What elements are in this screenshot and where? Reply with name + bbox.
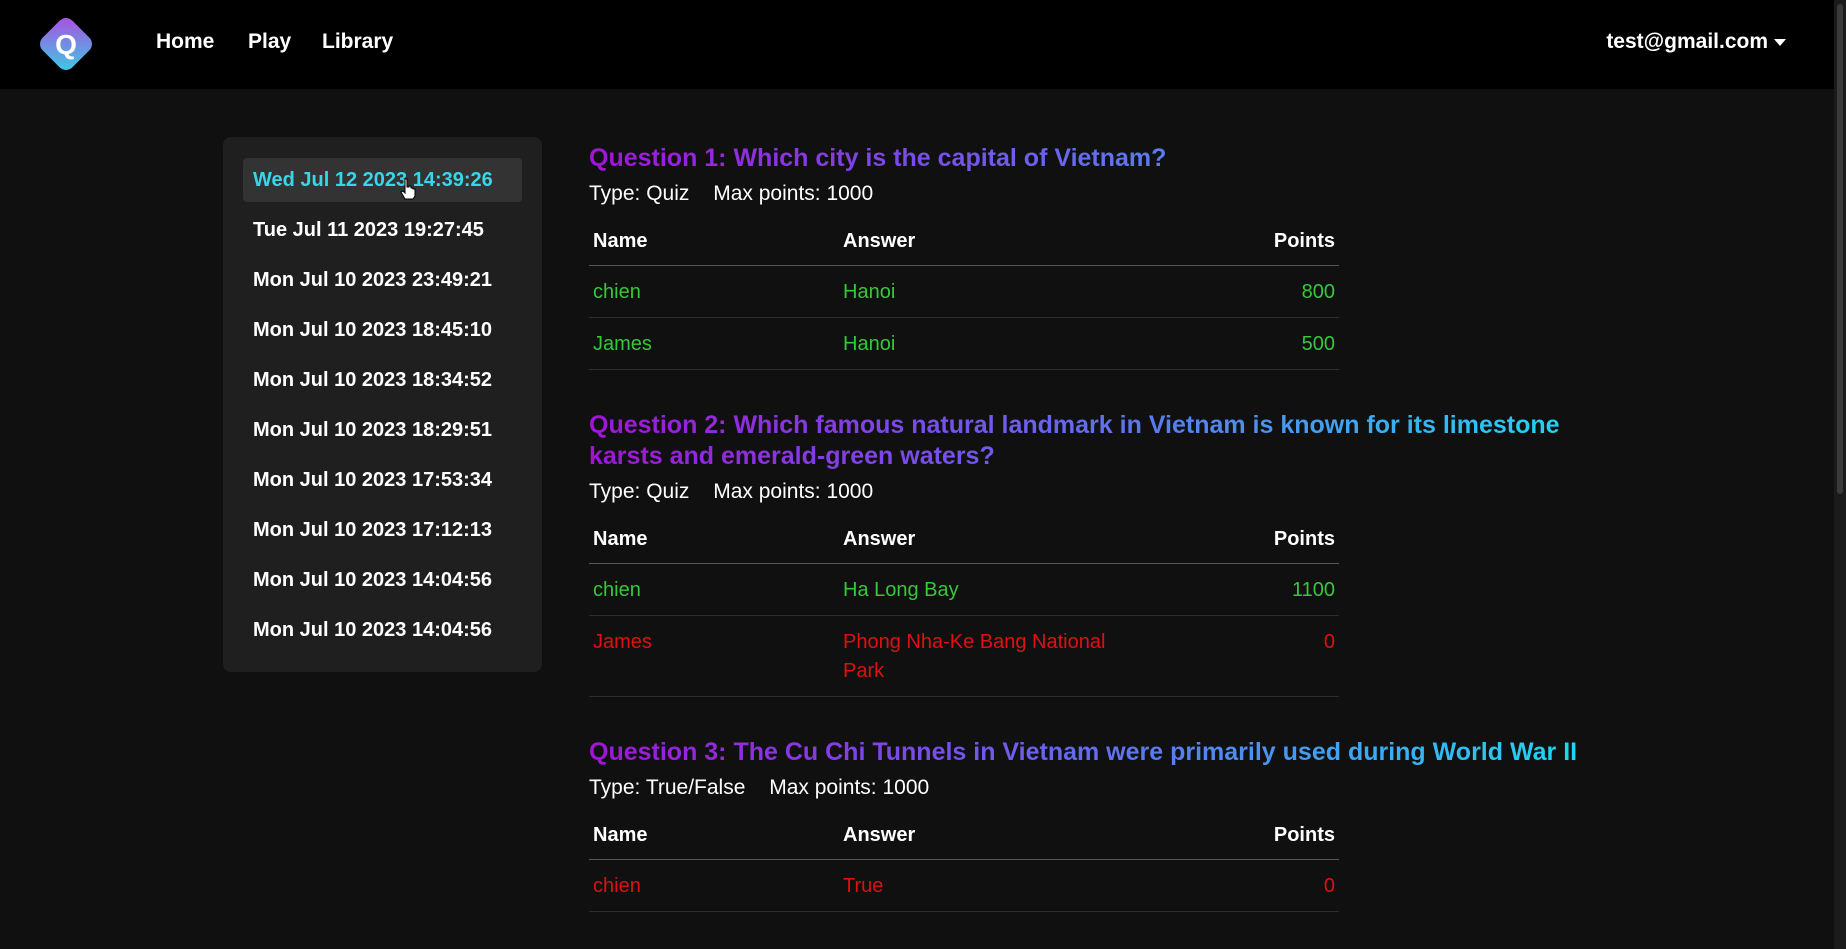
column-header-answer: Answer	[839, 820, 1139, 860]
column-header-answer: Answer	[839, 524, 1139, 564]
table-row: James Phong Nha-Ke Bang National Park 0	[589, 615, 1339, 697]
column-header-name: Name	[589, 226, 839, 266]
session-item[interactable]: Mon Jul 10 2023 18:34:52	[243, 358, 522, 402]
player-points: 500	[1139, 317, 1339, 370]
table-row: chien Ha Long Bay 1100	[589, 563, 1339, 616]
question-title: Question 3: The Cu Chi Tunnels in Vietna…	[589, 737, 1589, 768]
nav-library-link[interactable]: Library	[322, 30, 393, 54]
page-scrollbar[interactable]	[1834, 0, 1846, 949]
scrollbar-thumb[interactable]	[1837, 4, 1843, 494]
player-answer: Hanoi	[839, 317, 1139, 370]
question-type: Type: True/False	[589, 776, 746, 799]
nav-play-link[interactable]: Play	[248, 30, 291, 54]
session-item[interactable]: Mon Jul 10 2023 18:45:10	[243, 308, 522, 352]
player-name: James	[589, 317, 839, 370]
session-item[interactable]: Mon Jul 10 2023 18:29:51	[243, 408, 522, 452]
player-points: 1100	[1139, 563, 1339, 616]
session-item[interactable]: Mon Jul 10 2023 17:12:13	[243, 508, 522, 552]
player-points: 0	[1139, 859, 1339, 912]
caret-down-icon	[1774, 38, 1786, 46]
session-item[interactable]: Mon Jul 10 2023 14:04:56	[243, 608, 522, 652]
column-header-points: Points	[1139, 226, 1339, 266]
column-header-points: Points	[1139, 820, 1339, 860]
player-answer: Ha Long Bay	[839, 563, 1139, 616]
player-name: chien	[589, 859, 839, 912]
question-meta: Type: Quiz Max points: 1000	[589, 480, 1589, 504]
question-block: Question 1: Which city is the capital of…	[589, 143, 1589, 370]
session-item[interactable]: Mon Jul 10 2023 14:04:56	[243, 558, 522, 602]
player-name: James	[589, 615, 839, 697]
table-header-row: Name Answer Points	[589, 226, 1339, 266]
session-history-sidebar: Wed Jul 12 2023 14:39:26 Tue Jul 11 2023…	[223, 137, 542, 672]
table-header-row: Name Answer Points	[589, 524, 1339, 564]
question-meta: Type: True/False Max points: 1000	[589, 776, 1589, 800]
column-header-name: Name	[589, 820, 839, 860]
table-header-row: Name Answer Points	[589, 820, 1339, 860]
question-max-points: Max points: 1000	[713, 480, 874, 503]
user-email: test@gmail.com	[1606, 30, 1768, 53]
results-table: Name Answer Points chien Ha Long Bay 110…	[589, 524, 1339, 697]
question-meta: Type: Quiz Max points: 1000	[589, 182, 1589, 206]
question-title: Question 1: Which city is the capital of…	[589, 143, 1589, 174]
column-header-name: Name	[589, 524, 839, 564]
column-header-points: Points	[1139, 524, 1339, 564]
session-item[interactable]: Mon Jul 10 2023 17:53:34	[243, 458, 522, 502]
question-max-points: Max points: 1000	[713, 182, 874, 205]
session-item[interactable]: Wed Jul 12 2023 14:39:26	[243, 158, 522, 202]
app-logo-icon[interactable]: Q	[35, 13, 97, 75]
user-menu-dropdown[interactable]: test@gmail.com	[1606, 30, 1786, 54]
question-type: Type: Quiz	[589, 480, 690, 503]
session-item[interactable]: Tue Jul 11 2023 19:27:45	[243, 208, 522, 252]
question-title: Question 2: Which famous natural landmar…	[589, 410, 1589, 472]
question-type: Type: Quiz	[589, 182, 690, 205]
results-table: Name Answer Points chien Hanoi 800 James…	[589, 226, 1339, 370]
question-results-panel: Question 1: Which city is the capital of…	[589, 143, 1589, 949]
hand-pointer-cursor-icon	[400, 178, 416, 200]
column-header-answer: Answer	[839, 226, 1139, 266]
session-item[interactable]: Mon Jul 10 2023 23:49:21	[243, 258, 522, 302]
player-points: 0	[1139, 615, 1339, 697]
question-block: Question 2: Which famous natural landmar…	[589, 410, 1589, 697]
question-block: Question 3: The Cu Chi Tunnels in Vietna…	[589, 737, 1589, 912]
player-name: chien	[589, 563, 839, 616]
player-name: chien	[589, 265, 839, 318]
table-row: James Hanoi 500	[589, 317, 1339, 370]
question-max-points: Max points: 1000	[769, 776, 930, 799]
player-answer: Hanoi	[839, 265, 1139, 318]
player-points: 800	[1139, 265, 1339, 318]
table-row: chien True 0	[589, 859, 1339, 912]
top-navbar: Q Home Play Library test@gmail.com	[0, 0, 1834, 89]
player-answer: True	[839, 859, 1139, 912]
player-answer: Phong Nha-Ke Bang National Park	[839, 615, 1139, 697]
table-row: chien Hanoi 800	[589, 265, 1339, 318]
nav-home-link[interactable]: Home	[156, 30, 214, 54]
results-table: Name Answer Points chien True 0	[589, 820, 1339, 912]
svg-text:Q: Q	[55, 29, 77, 60]
